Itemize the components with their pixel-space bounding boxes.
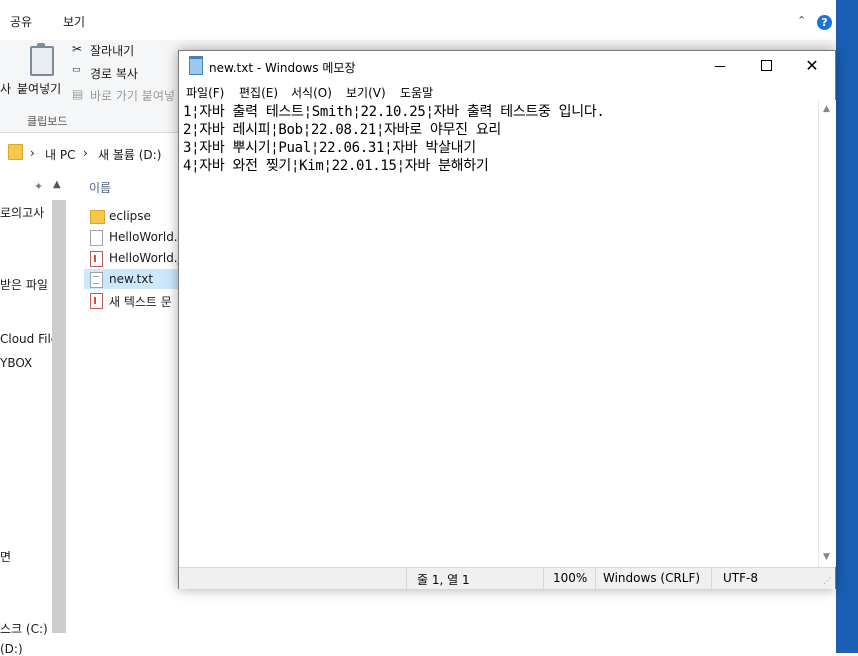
pin-icon[interactable]: ✦ [34,180,43,193]
copy-path-button[interactable]: 경로 복사 [90,65,138,82]
menu-edit[interactable]: 편집(E) [239,84,278,101]
list-item[interactable]: eclipse [84,206,184,226]
copy-path-icon: ▭ [72,65,81,75]
help-icon[interactable]: ? [817,15,832,30]
status-divider [543,568,544,589]
text-editor[interactable]: 1¦자바 출력 테스트¦Smith¦22.10.25¦자바 출력 테스트중 입니… [179,100,818,567]
file-name: 새 텍스트 문 [109,295,172,309]
file-name: HelloWorld.ja [109,251,184,265]
list-item[interactable]: HelloWorld.ja [84,248,184,268]
scroll-up-arrow-icon[interactable]: ▲ [823,104,830,114]
maximize-button[interactable] [743,51,789,81]
maximize-icon [760,59,772,71]
close-button[interactable]: ✕ [789,51,835,81]
folder-icon [90,210,105,224]
resize-grip-icon[interactable]: ⋰ [823,576,831,585]
minimize-icon [715,65,725,67]
nav-item-drive-c[interactable]: 스크 (C:) [0,620,48,637]
list-item[interactable]: HelloWorld.c [84,227,184,247]
scroll-up-icon[interactable]: ▲ [53,179,61,190]
breadcrumb-separator: › [83,146,88,160]
notepad-icon[interactable] [189,56,203,75]
breadcrumb-separator: › [30,146,35,160]
text-line: 2¦자바 레시피¦Bob¦22.08.21¦자바로 야무진 요리 [183,122,501,138]
menu-help[interactable]: 도움말 [400,84,433,101]
list-item[interactable]: new.txt [84,269,184,289]
text-line: 3¦자바 뿌시기¦Pual¦22.06.31¦자바 박살내기 [183,140,476,156]
paste-shortcut-button[interactable]: 바로 가기 붙여넣 [90,87,175,104]
java-file-icon [90,251,103,267]
folder-icon [8,144,23,160]
scroll-down-arrow-icon[interactable]: ▼ [823,552,830,562]
cursor-position: 줄 1, 열 1 [417,573,470,587]
file-icon [90,230,103,246]
text-file-icon [90,272,103,288]
line-ending: Windows (CRLF) [603,571,701,585]
zoom-level: 100% [553,571,588,585]
ribbon-collapse-icon[interactable]: ⌃ [797,14,806,27]
breadcrumb-volume-d[interactable]: 새 볼륨 (D:) [98,146,161,163]
breadcrumb-this-pc[interactable]: 내 PC [45,146,75,163]
cut-button[interactable]: 잘라내기 [90,42,134,59]
nav-item-received-files[interactable]: 받은 파일 [0,276,48,293]
file-list: 이름 eclipse HelloWorld.c HelloWorld.ja ne… [84,176,184,653]
list-item[interactable]: 새 텍스트 문 [84,290,184,310]
tab-view[interactable]: 보기 [63,13,85,30]
text-line: 1¦자바 출력 테스트¦Smith¦22.10.25¦자바 출력 테스트중 입니… [183,104,605,120]
status-divider [711,568,712,589]
minimize-button[interactable] [697,51,743,81]
text-line: 4¦자바 와전 찢기¦Kim¦22.01.15¦자바 분해하기 [183,158,489,174]
nav-item-cloud-files[interactable]: Cloud File [0,332,58,346]
nav-item-exam[interactable]: 로의고사 [0,204,44,221]
tab-share[interactable]: 공유 [10,13,32,30]
paste-clipboard-icon[interactable] [30,43,54,76]
vertical-scrollbar[interactable]: ▲ ▼ [818,100,836,567]
status-divider [595,568,596,589]
scissors-icon: ✂ [72,42,83,56]
nav-item-drive-d[interactable]: (D:) [0,642,23,656]
nav-item-ybox[interactable]: YBOX [0,356,32,370]
menu-bar: 파일(F) 편집(E) 서식(O) 보기(V) 도움말 [179,81,835,100]
paste-button[interactable]: 붙여넣기 [17,80,61,97]
title-bar[interactable]: new.txt - Windows 메모장 ✕ [179,51,835,81]
menu-format[interactable]: 서식(O) [291,84,332,101]
desktop-edge [836,0,858,653]
paste-shortcut-icon: ▤ [72,87,84,101]
menu-file[interactable]: 파일(F) [186,84,224,101]
clipboard-group-label: 클립보드 [27,115,68,128]
column-header-name[interactable]: 이름 [89,179,111,196]
file-name: eclipse [109,209,151,223]
window-title: new.txt - Windows 메모장 [209,61,356,75]
nav-item-desktop[interactable]: 면 [0,548,11,565]
text-file-icon [90,293,103,309]
ribbon-partial-label: 사 [0,82,12,96]
menu-view[interactable]: 보기(V) [346,84,386,101]
close-icon: ✕ [805,56,819,75]
explorer-menu-bar: 공유 보기 ⌃ ? [0,0,836,40]
file-name: HelloWorld.c [109,230,184,244]
status-bar: 줄 1, 열 1 100% Windows (CRLF) UTF-8 ⋰ [179,567,835,589]
file-name: new.txt [109,272,154,286]
encoding: UTF-8 [723,571,758,585]
status-divider [406,568,407,589]
navigation-scrollbar[interactable] [52,200,66,633]
notepad-window: new.txt - Windows 메모장 ✕ 파일(F) 편집(E) 서식(O… [178,50,836,589]
